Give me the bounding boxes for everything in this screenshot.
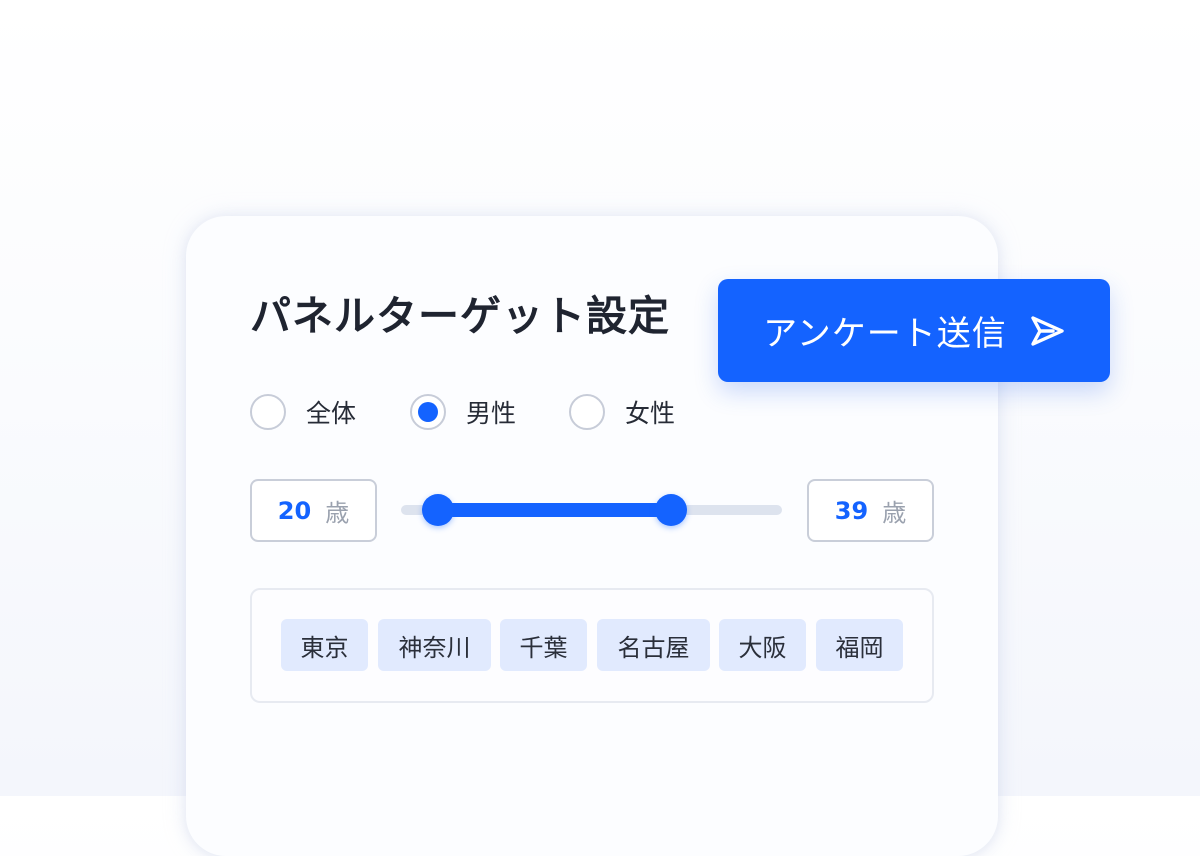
send-survey-label: アンケート送信 bbox=[763, 314, 1007, 354]
send-icon bbox=[1031, 315, 1064, 346]
radio-selected-dot bbox=[418, 402, 438, 422]
age-min-unit: 歳 bbox=[325, 499, 350, 527]
radio-circle-selected[interactable] bbox=[410, 394, 446, 430]
radio-circle[interactable] bbox=[250, 394, 286, 430]
region-tag-tokyo[interactable]: 東京 bbox=[281, 619, 368, 671]
region-tag-fukuoka[interactable]: 福岡 bbox=[816, 619, 903, 671]
region-tag-kanagawa[interactable]: 神奈川 bbox=[378, 619, 491, 671]
gender-radio-female[interactable]: 女性 bbox=[569, 391, 675, 433]
radio-circle[interactable] bbox=[569, 394, 605, 430]
age-slider-range bbox=[438, 503, 671, 517]
age-slider-max-handle[interactable] bbox=[655, 494, 687, 526]
age-max-value: 39 bbox=[834, 496, 869, 525]
age-min-value: 20 bbox=[277, 496, 312, 525]
age-max-unit: 歳 bbox=[882, 499, 907, 527]
send-survey-button[interactable]: アンケート送信 bbox=[718, 279, 1110, 382]
age-max-field[interactable]: 39 歳 bbox=[807, 479, 934, 542]
gender-radio-male[interactable]: 男性 bbox=[410, 391, 516, 433]
region-tag-osaka[interactable]: 大阪 bbox=[719, 619, 806, 671]
region-tag-chiba[interactable]: 千葉 bbox=[500, 619, 587, 671]
gender-label-all: 全体 bbox=[306, 399, 357, 428]
age-slider-min-handle[interactable] bbox=[422, 494, 454, 526]
age-min-field[interactable]: 20 歳 bbox=[250, 479, 377, 542]
region-tag-nagoya[interactable]: 名古屋 bbox=[597, 619, 710, 671]
page-title: パネルターゲット設定 bbox=[250, 292, 670, 340]
gender-label-male: 男性 bbox=[466, 399, 517, 428]
gender-radio-all[interactable]: 全体 bbox=[250, 391, 356, 433]
gender-label-female: 女性 bbox=[625, 399, 676, 428]
